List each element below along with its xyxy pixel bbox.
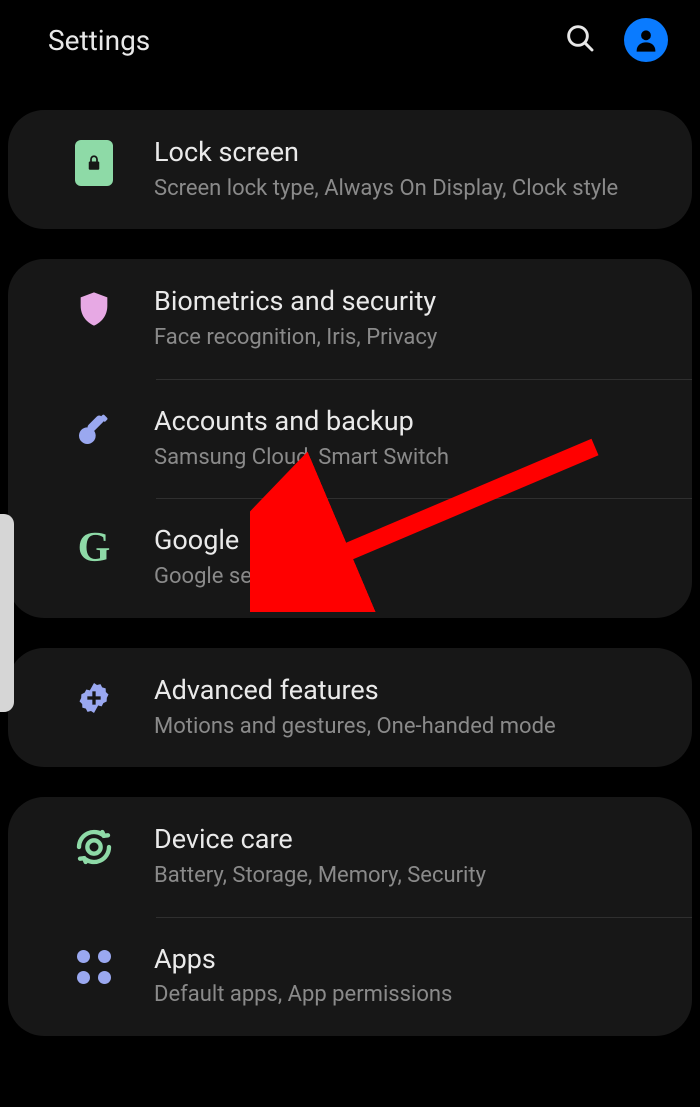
settings-group: Biometrics and security Face recognition… (8, 259, 692, 617)
gear-plus-icon (34, 674, 154, 718)
settings-group: Lock screen Screen lock type, Always On … (8, 110, 692, 229)
setting-item-google[interactable]: G Google Google settings (8, 498, 692, 617)
item-subtitle: Google settings (154, 562, 672, 592)
item-subtitle: Screen lock type, Always On Display, Clo… (154, 174, 672, 204)
setting-item-apps[interactable]: Apps Default apps, App permissions (8, 917, 692, 1036)
settings-list: Lock screen Screen lock type, Always On … (0, 110, 700, 1036)
settings-header: Settings (0, 0, 700, 80)
setting-item-advanced-features[interactable]: Advanced features Motions and gestures, … (8, 648, 692, 767)
search-icon[interactable] (564, 22, 596, 58)
item-title: Lock screen (154, 136, 672, 170)
item-subtitle: Motions and gestures, One-handed mode (154, 712, 672, 742)
item-title: Advanced features (154, 674, 672, 708)
google-icon: G (34, 524, 154, 568)
item-subtitle: Face recognition, Iris, Privacy (154, 323, 672, 353)
settings-group: Advanced features Motions and gestures, … (8, 648, 692, 767)
item-title: Apps (154, 943, 672, 977)
account-avatar-icon[interactable] (624, 18, 668, 62)
settings-group: Device care Battery, Storage, Memory, Se… (8, 797, 692, 1036)
header-actions (564, 18, 668, 62)
page-title: Settings (48, 24, 564, 57)
shield-icon (34, 285, 154, 329)
item-title: Biometrics and security (154, 285, 672, 319)
item-subtitle: Samsung Cloud, Smart Switch (154, 443, 672, 473)
item-title: Device care (154, 823, 672, 857)
lock-icon (34, 136, 154, 186)
scroll-indicator[interactable] (0, 514, 14, 712)
setting-item-lock-screen[interactable]: Lock screen Screen lock type, Always On … (8, 110, 692, 229)
setting-item-biometrics-security[interactable]: Biometrics and security Face recognition… (8, 259, 692, 378)
item-title: Google (154, 524, 672, 558)
setting-item-device-care[interactable]: Device care Battery, Storage, Memory, Se… (8, 797, 692, 916)
setting-item-accounts-backup[interactable]: Accounts and backup Samsung Cloud, Smart… (8, 379, 692, 498)
apps-icon (34, 943, 154, 987)
device-care-icon (34, 823, 154, 867)
item-subtitle: Battery, Storage, Memory, Security (154, 861, 672, 891)
item-subtitle: Default apps, App permissions (154, 980, 672, 1010)
key-icon (34, 405, 154, 449)
item-title: Accounts and backup (154, 405, 672, 439)
